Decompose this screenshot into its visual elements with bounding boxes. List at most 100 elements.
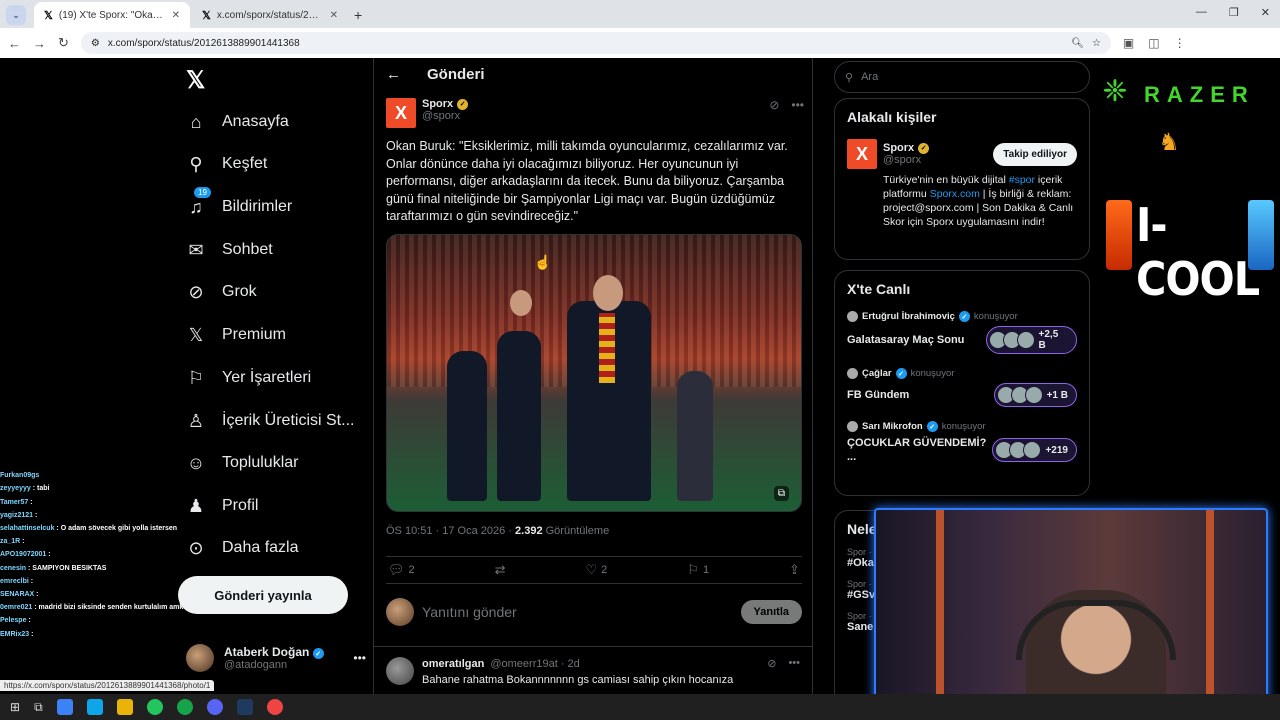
nav-item-notifications[interactable]: ♫ 19 Bildirimler (186, 186, 293, 227)
space-title: Galatasaray Maç Sonu (847, 334, 965, 346)
menu-icon[interactable]: ⋮ (1174, 36, 1186, 50)
whatsapp-icon[interactable] (176, 699, 193, 715)
steam-icon[interactable] (236, 699, 253, 715)
nav-item-creator-studio[interactable]: ♙ İçerik Üreticisi St... (186, 401, 355, 441)
search-input[interactable]: ⚲ Ara (834, 61, 1090, 93)
related-handle: @sporx (883, 154, 922, 166)
site-info-icon[interactable]: ⚙ (91, 38, 100, 49)
grok-icon[interactable]: ⊘ (769, 98, 779, 112)
more-icon[interactable]: ••• (788, 657, 800, 670)
sporx-avatar[interactable]: X (847, 139, 877, 169)
task-view-icon[interactable]: ⧉ (34, 700, 43, 715)
space-title: FB Gündem (847, 389, 910, 401)
photo-figure (593, 275, 623, 311)
tweet-photo[interactable]: ⧉ (386, 234, 802, 512)
following-button[interactable]: Takip ediliyor (993, 142, 1077, 166)
notification-badge: 19 (194, 186, 211, 198)
space-item[interactable]: Çağlar ✓ konuşuyor FB Gündem +1 B (847, 368, 1077, 407)
site-link[interactable]: Sporx.com (930, 188, 980, 200)
edge-icon[interactable] (86, 699, 103, 715)
chat-line: Furkan09gs (0, 472, 40, 480)
x-logo-icon[interactable]: 𝕏 (186, 66, 205, 95)
verified-icon: ✓ (312, 648, 324, 660)
space-listeners: +1 B (993, 383, 1077, 407)
space-item[interactable]: Sarı Mikrofon ✓ konuşuyor ÇOCUKLAR GÜVENDE… (847, 421, 1077, 464)
main-column: ← Gönderi X Sporx ✓ @sporx ⊘ ••• Okan Bur… (373, 58, 813, 698)
nav-item-grok[interactable]: ⊘ Grok (186, 272, 257, 312)
back-arrow-icon[interactable]: ← (386, 66, 401, 83)
image-edit-icon[interactable]: ⧉ (773, 486, 789, 501)
more-icon[interactable]: ••• (791, 98, 804, 112)
nav-item-home[interactable]: ⌂ Anasayfa (186, 102, 289, 142)
browser-tab[interactable]: 𝕏 x.com/sporx/status/20126134 ✕ (192, 2, 348, 28)
reply-author-name[interactable]: omeratılgan (422, 658, 484, 670)
search-icon: ⚲ (845, 71, 854, 84)
bookmark-button[interactable]: ⚐ 1 (687, 562, 709, 578)
obs-icon[interactable] (266, 699, 283, 715)
nav-item-messages[interactable]: ✉ Sohbet (186, 230, 273, 270)
sporx-avatar[interactable]: X (386, 98, 416, 128)
puzzle-icon[interactable]: ◫ (1148, 36, 1159, 50)
nav-label: İçerik Üreticisi St... (222, 412, 355, 429)
like-button[interactable]: ♡ 2 (586, 562, 608, 578)
start-icon[interactable]: ⊞ (10, 700, 20, 714)
shelf-light (1206, 510, 1214, 718)
related-bio: Türkiye'nin en büyük dijital #spor içeri… (883, 174, 1074, 228)
tab-title: x.com/sporx/status/20126134 (216, 9, 324, 21)
grok-icon[interactable]: ⊘ (767, 657, 776, 670)
reply-button[interactable]: 💬︎ 2 (388, 562, 415, 578)
photo-figure (497, 331, 541, 501)
nav-label: Sohbet (222, 241, 273, 258)
x-icon: 𝕏 (188, 324, 204, 345)
nav-label: Grok (222, 283, 257, 300)
minimize-icon[interactable]: — (1196, 6, 1207, 19)
reload-icon[interactable]: ↻ (58, 35, 69, 51)
reply-item[interactable]: omeratılgan @omeerr19at · 2d ⊘ ••• Bahane… (374, 646, 812, 696)
close-icon[interactable]: ✕ (172, 10, 180, 21)
address-bar[interactable]: ⚙ x.com/sporx/status/2012613889901441368… (80, 32, 1111, 54)
folder-icon[interactable] (116, 699, 133, 715)
close-window-icon[interactable]: ✕ (1261, 6, 1270, 19)
nav-item-premium[interactable]: 𝕏 Premium (186, 315, 286, 355)
nav-label: Bildirimler (222, 198, 293, 215)
space-item[interactable]: Ertuğrul İbrahimoviç ✓ konuşuyor Galatasar… (847, 311, 1077, 354)
reply-input[interactable]: Yanıtını gönder (422, 604, 733, 620)
new-tab-button[interactable]: + (354, 7, 362, 23)
app-icon[interactable] (56, 699, 73, 715)
star-icon[interactable]: ☆ (1092, 38, 1101, 49)
tweet-actions: 💬︎ 2 ⇄ ♡ 2 ⚐ 1 ⇪ (386, 556, 802, 584)
reply-submit-button[interactable]: Yanıtla (740, 600, 802, 624)
tab-search-icon[interactable]: ⌄ (6, 5, 26, 25)
discord-icon[interactable] (206, 699, 223, 715)
hashtag-link[interactable]: #spor (1009, 174, 1035, 186)
page-title: Gönderi (427, 66, 485, 83)
card-title: X'te Canlı (847, 281, 911, 297)
extension-icon[interactable]: ▣ (1123, 36, 1134, 50)
browser-tab-strip: ⌄ 𝕏 (19) X'te Sporx: "Okan Buruk: "E ✕ 𝕏… (0, 0, 1280, 28)
live-spaces-card: X'te Canlı Ertuğrul İbrahimoviç ✓ konuşuyo… (834, 270, 1090, 496)
bookmark-icon: ⚐ (187, 367, 205, 388)
chrome-icon[interactable] (146, 699, 163, 715)
nav-label: Anasayfa (222, 113, 289, 130)
avatar (847, 421, 858, 432)
forward-icon[interactable]: → (33, 36, 46, 51)
restore-icon[interactable]: ❐ (1229, 6, 1239, 19)
chat-line: SENARAX : (0, 591, 39, 599)
more-icon[interactable]: ••• (353, 651, 366, 665)
tweet-author-name[interactable]: Sporx ✓ (422, 98, 469, 110)
nav-item-explore[interactable]: ⚲ Keşfet (186, 144, 267, 184)
avatar (386, 657, 414, 685)
browser-tab-active[interactable]: 𝕏 (19) X'te Sporx: "Okan Buruk: "E ✕ (34, 2, 190, 28)
close-icon[interactable]: ✕ (330, 10, 338, 21)
url-text: x.com/sporx/status/2012613889901441368 (107, 37, 300, 49)
retweet-button[interactable]: ⇄ (495, 562, 506, 578)
related-name[interactable]: Sporx ✓ (883, 142, 930, 154)
verified-icon: ✓ (895, 368, 907, 379)
verified-icon: ✓ (958, 311, 970, 322)
account-handle: @atadogann (224, 659, 288, 672)
nav-item-bookmarks[interactable]: ⚐ Yer İşaretleri (186, 358, 311, 398)
share-button[interactable]: ⇪ (789, 562, 800, 578)
razer-logo-icon: ❈ (1102, 75, 1128, 108)
back-icon[interactable]: ← (8, 36, 21, 51)
zoom-icon[interactable]: 🔍︎ (1071, 38, 1084, 49)
